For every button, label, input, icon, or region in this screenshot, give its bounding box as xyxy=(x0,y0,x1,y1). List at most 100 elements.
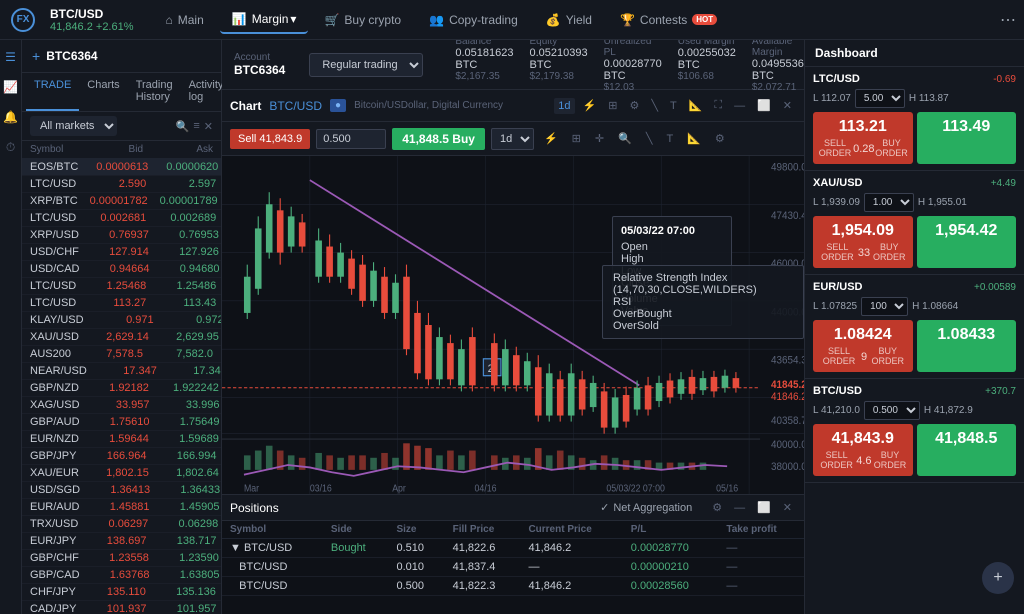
market-row[interactable]: USD/CAD 0.94664 0.94680 xyxy=(22,261,221,278)
line-tool-button[interactable]: ╲ xyxy=(642,130,657,147)
positions-expand-button[interactable]: ⬜ xyxy=(753,499,775,516)
market-row[interactable]: EUR/JPY 138.697 138.717 xyxy=(22,533,221,550)
sell-price-card[interactable]: 113.21 SELL ORDER 0.28 BUY ORDER xyxy=(813,112,913,164)
account-header: + BTC6364 xyxy=(22,40,221,73)
text-draw-button[interactable]: T xyxy=(662,131,677,147)
instrument-header: XAU/USD +4.49 xyxy=(813,177,1016,189)
market-row[interactable]: TRX/USD 0.06297 0.06298 xyxy=(22,516,221,533)
instrument-size-select[interactable]: 5.00 xyxy=(855,89,905,108)
instrument-range: L 112.07 5.00 H 113.87 xyxy=(813,89,1016,108)
nav-main[interactable]: ⌂ Main xyxy=(154,7,216,33)
market-row[interactable]: LTC/USD 0.002681 0.002689 xyxy=(22,210,221,227)
market-row[interactable]: NEAR/USD 17.347 17.348 xyxy=(22,363,221,380)
nav-yield[interactable]: 💰 Yield xyxy=(534,7,604,33)
market-row[interactable]: LTC/USD 2.590 2.597 xyxy=(22,176,221,193)
positions-close-button[interactable]: ✕ xyxy=(779,499,796,516)
market-row[interactable]: USD/SGD 1.36413 1.36433 xyxy=(22,482,221,499)
tab-trading-history[interactable]: Trading History xyxy=(128,73,181,111)
add-account-button[interactable]: + xyxy=(32,48,40,64)
expand-chart-button[interactable]: ⬜ xyxy=(753,97,775,114)
sidebar-chart-icon[interactable]: 📈 xyxy=(2,78,20,96)
measure-button[interactable]: 📐 xyxy=(683,130,705,147)
indicator-toggle-button[interactable]: ⚡ xyxy=(540,130,562,147)
indicator-button[interactable]: ⚡ xyxy=(579,97,601,114)
market-row[interactable]: KLAY/USD 0.971 0.972 xyxy=(22,312,221,329)
buy-price-card[interactable]: 41,848.5 xyxy=(917,424,1017,476)
draw-line-button[interactable]: ╲ xyxy=(647,97,662,114)
text-tool-button[interactable]: T xyxy=(666,98,681,114)
tab-trade[interactable]: TRADE xyxy=(26,73,79,111)
net-aggregation-toggle[interactable]: ✓ Net Aggregation xyxy=(600,501,692,514)
svg-text:41845.2: 41845.2 xyxy=(771,379,804,391)
market-row[interactable]: LTC/USD 1.25468 1.25486 xyxy=(22,278,221,295)
market-row[interactable]: EUR/NZD 1.59644 1.59689 xyxy=(22,431,221,448)
overlay-button[interactable]: ⊞ xyxy=(568,130,585,147)
market-row[interactable]: XRP/USD 0.76937 0.76953 xyxy=(22,227,221,244)
market-row[interactable]: CAD/JPY 101.937 101.957 xyxy=(22,601,221,614)
positions-settings-button[interactable]: ⚙ xyxy=(708,499,726,516)
tab-charts[interactable]: Charts xyxy=(79,73,127,111)
buy-price-card[interactable]: 1,954.42 xyxy=(917,216,1017,268)
settings-chart-button[interactable]: ⚙ xyxy=(625,97,643,114)
positions-panel: Positions ✓ Net Aggregation ⚙ — ⬜ ✕ Symb… xyxy=(222,494,804,614)
add-widget-button[interactable]: + xyxy=(982,562,1014,594)
market-row[interactable]: XRP/BTC 0.00001782 0.00001789 xyxy=(22,193,221,210)
ticker-symbol: BTC/USD xyxy=(50,7,134,21)
sidebar-clock-icon[interactable]: ⏱ xyxy=(2,138,20,156)
market-row[interactable]: XAU/EUR 1,802.15 1,802.64 xyxy=(22,465,221,482)
crosshair-button[interactable]: ✛ xyxy=(591,130,608,147)
instrument-size-select[interactable]: 0.500 xyxy=(864,401,920,420)
search-icon[interactable]: 🔍 xyxy=(176,120,190,133)
market-row[interactable]: LTC/USD 113.27 113.43 xyxy=(22,295,221,312)
order-size-input[interactable] xyxy=(316,129,386,149)
sidebar-markets-icon[interactable]: ☰ xyxy=(2,48,20,66)
buy-price-card[interactable]: 1.08433 xyxy=(917,320,1017,372)
buy-price-card[interactable]: 113.49 xyxy=(917,112,1017,164)
sell-price-card[interactable]: 41,843.9 SELL ORDER 4.6 BUY ORDER xyxy=(813,424,913,476)
chart-type-button[interactable]: ⊞ xyxy=(604,97,621,114)
instrument-header: LTC/USD -0.69 xyxy=(813,73,1016,85)
market-row[interactable]: EOS/BTC 0.0000613 0.0000620 xyxy=(22,159,221,176)
close-markets-icon[interactable]: ✕ xyxy=(204,120,213,133)
market-row[interactable]: GBP/CHF 1.23558 1.23590 xyxy=(22,550,221,567)
market-row[interactable]: XAG/USD 33.957 33.996 xyxy=(22,397,221,414)
chart-settings-gear[interactable]: ⚙ xyxy=(711,130,729,147)
positions-header: Positions ✓ Net Aggregation ⚙ — ⬜ ✕ xyxy=(222,495,804,521)
market-row[interactable]: AUS200 7,578.5 7,582.0 xyxy=(22,346,221,363)
position-row[interactable]: BTC/USD 0.010 41,837.4 — 0.00000210 — xyxy=(222,558,804,577)
nav-more-button[interactable]: ⋯ xyxy=(1000,10,1016,30)
nav-buy-crypto[interactable]: 🛒 Buy crypto xyxy=(312,7,413,33)
sell-price-card[interactable]: 1,954.09 SELL ORDER 33 BUY ORDER xyxy=(813,216,913,268)
positions-minimize-button[interactable]: — xyxy=(730,499,749,516)
list-icon[interactable]: ≡ xyxy=(193,120,199,133)
market-row[interactable]: CHF/JPY 135.110 135.136 xyxy=(22,584,221,601)
sidebar-bell-icon[interactable]: 🔔 xyxy=(2,108,20,126)
markets-filter-select[interactable]: All markets xyxy=(30,116,117,136)
sell-button[interactable]: Sell 41,843.9 xyxy=(230,129,310,149)
position-row[interactable]: BTC/USD 0.500 41,822.3 41,846.2 0.000285… xyxy=(222,577,804,596)
market-row[interactable]: XAU/USD 2,629.14 2,629.95 xyxy=(22,329,221,346)
market-row[interactable]: EUR/AUD 1.45881 1.45905 xyxy=(22,499,221,516)
close-chart-button[interactable]: ✕ xyxy=(779,97,796,114)
minimize-chart-button[interactable]: — xyxy=(730,98,749,114)
trading-mode-select[interactable]: Regular trading xyxy=(309,53,423,77)
instrument-size-select[interactable]: 100 xyxy=(861,297,908,316)
nav-contests[interactable]: 🏆 Contests HOT xyxy=(608,7,729,33)
fullscreen-button[interactable]: ⛶ xyxy=(710,97,726,114)
sell-price-card[interactable]: 1.08424 SELL ORDER 9 BUY ORDER xyxy=(813,320,913,372)
nav-copy-trading[interactable]: 👥 Copy-trading xyxy=(417,7,530,33)
nav-margin[interactable]: 📊 Margin ▾ xyxy=(220,6,309,34)
market-row[interactable]: GBP/AUD 1.75610 1.75649 xyxy=(22,414,221,431)
market-row[interactable]: USD/CHF 127.914 127.926 xyxy=(22,244,221,261)
ruler-button[interactable]: 📐 xyxy=(685,97,707,114)
chart-timeframe-select[interactable]: 1d xyxy=(491,128,534,150)
home-icon: ⌂ xyxy=(166,13,173,27)
instrument-size-select[interactable]: 1.00 xyxy=(864,193,914,212)
timeframe-1d-button[interactable]: 1d xyxy=(554,98,574,114)
market-row[interactable]: GBP/JPY 166.964 166.994 xyxy=(22,448,221,465)
market-row[interactable]: GBP/NZD 1.92182 1.922242 xyxy=(22,380,221,397)
market-row[interactable]: GBP/CAD 1.63768 1.63805 xyxy=(22,567,221,584)
position-row[interactable]: ▼ BTC/USD Bought 0.510 41,822.6 41,846.2… xyxy=(222,539,804,558)
zoom-button[interactable]: 🔍 xyxy=(614,130,636,147)
balance-fields: Balance 0.05181623 BTC $2,167.35 Equity … xyxy=(455,40,804,93)
